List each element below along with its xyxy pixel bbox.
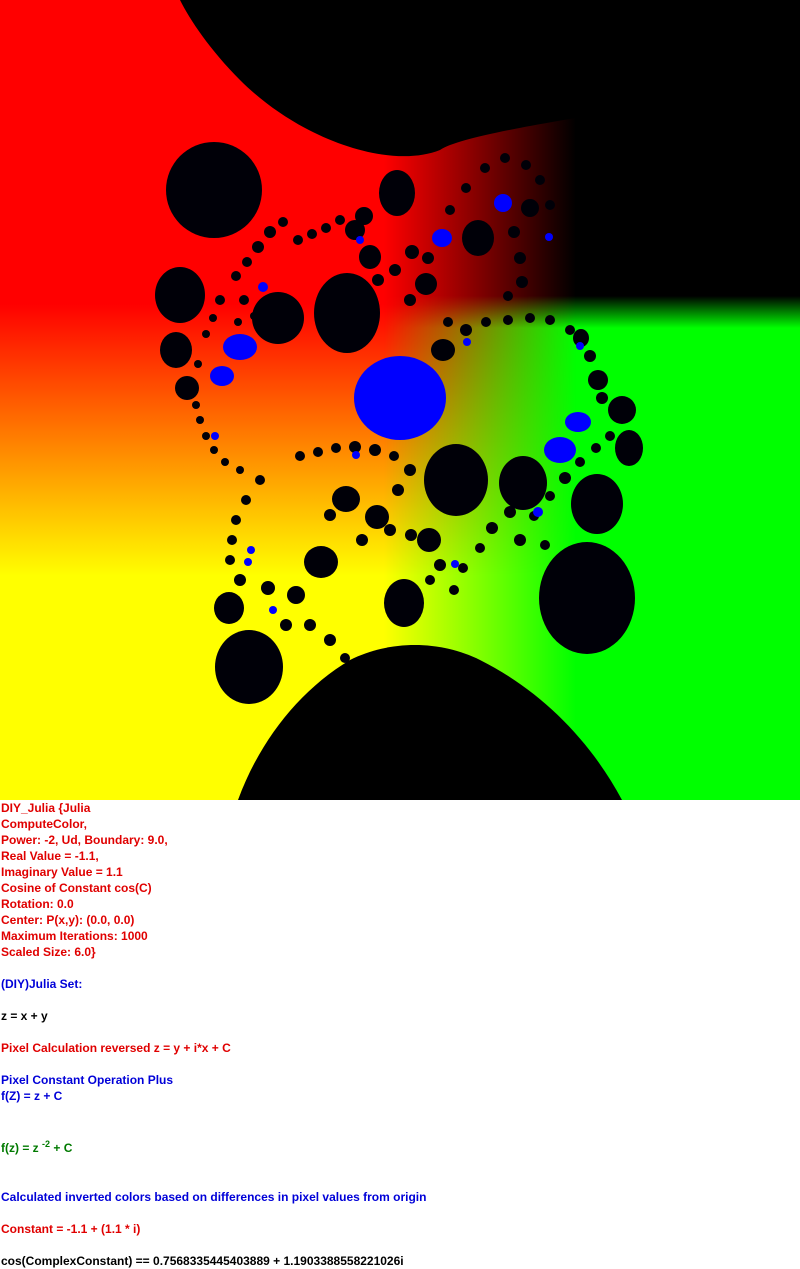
info-pixel-constant-operation: Pixel Constant Operation Plus (1, 1073, 174, 1087)
info-power-line: Power: -2, Ud, Boundary: 9.0, (1, 833, 168, 847)
info-set-type: (DIY)Julia Set: (1, 977, 83, 991)
info-real-value: Real Value = -1.1, (1, 849, 99, 863)
info-compute-color: ComputeColor, (1, 817, 87, 831)
formula-suffix: + C (50, 1141, 73, 1155)
formula-prefix: f(z) = z (1, 1141, 39, 1155)
info-scaled-size: Scaled Size: 6.0} (1, 945, 96, 959)
info-title: DIY_Julia {Julia (1, 801, 91, 815)
info-pixel-calculation: Pixel Calculation reversed z = y + i*x +… (1, 1041, 231, 1055)
info-imaginary-value: Imaginary Value = 1.1 (1, 865, 123, 879)
info-center: Center: P(x,y): (0.0, 0.0) (1, 913, 135, 927)
info-cosine: Cosine of Constant cos(C) (1, 881, 152, 895)
info-max-iterations: Maximum Iterations: 1000 (1, 929, 148, 943)
info-constant: Constant = -1.1 + (1.1 * i) (1, 1222, 141, 1236)
info-z-definition: z = x + y (1, 1009, 48, 1023)
formula-exponent: -2 (42, 1139, 51, 1149)
info-fz-formula: f(Z) = z + C (1, 1089, 63, 1103)
info-cos-value: cos(ComplexConstant) == 0.75683354454038… (1, 1254, 404, 1268)
info-iteration-formula: f(z) = z -2 + C (1, 1140, 72, 1156)
julia-set-fractal-image (0, 0, 800, 800)
info-colors-description: Calculated inverted colors based on diff… (1, 1190, 427, 1204)
fractal-info-panel: DIY_Julia {Julia ComputeColor, Power: -2… (0, 800, 800, 1269)
info-rotation: Rotation: 0.0 (1, 897, 74, 911)
